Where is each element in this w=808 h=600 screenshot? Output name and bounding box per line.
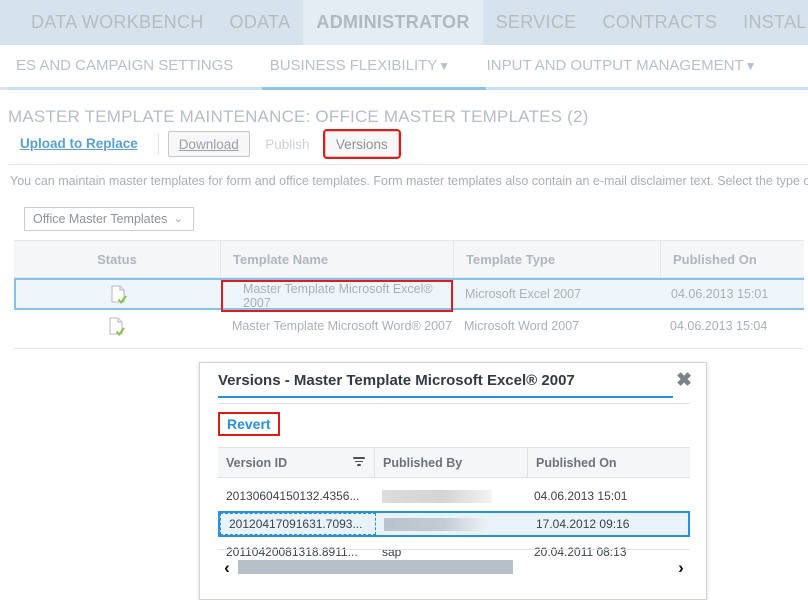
- upload-to-replace-link[interactable]: Upload to Replace: [8, 131, 150, 157]
- table-header-row: Status Template Name Template Type Publi…: [14, 240, 804, 278]
- revert-button[interactable]: Revert: [218, 412, 280, 436]
- subnav-item-campaign-settings[interactable]: ES AND CAMPAIGN SETTINGS: [0, 45, 249, 87]
- chevron-down-icon: ⌄: [173, 213, 183, 225]
- template-name-cell-highlighted[interactable]: Master Template Microsoft Excel® 2007: [221, 280, 453, 312]
- document-check-icon: [111, 284, 127, 304]
- template-type-cell: Microsoft Word 2007: [464, 319, 580, 333]
- subnav-label: ES AND CAMPAIGN SETTINGS: [16, 57, 234, 74]
- scrollbar-thumb[interactable]: [238, 560, 513, 574]
- subnav-item-input-output-management[interactable]: INPUT AND OUTPUT MANAGEMENT▼: [471, 45, 773, 87]
- dialog-title-bar: Versions - Master Template Microsoft Exc…: [200, 363, 706, 397]
- subnav-label: INPUT AND OUTPUT MANAGEMENT: [486, 57, 744, 74]
- template-name-cell[interactable]: Master Template Microsoft Word® 2007: [220, 310, 452, 342]
- published-by-cell: [376, 513, 528, 535]
- close-icon[interactable]: ✖: [676, 371, 692, 390]
- published-on-cell: 04.06.2013 15:04: [670, 319, 768, 333]
- table-row[interactable]: Master Template Microsoft Word® 2007 Mic…: [14, 310, 804, 342]
- versions-button[interactable]: Versions: [322, 129, 401, 159]
- template-type-cell: Microsoft Excel 2007: [465, 287, 582, 301]
- dialog-title: Versions - Master Template Microsoft Exc…: [218, 372, 575, 389]
- nav-item-data-workbench[interactable]: DATA WORKBENCH: [18, 0, 217, 45]
- nav-item-administrator[interactable]: ADMINISTRATOR: [303, 0, 483, 45]
- status-cell: [14, 310, 220, 342]
- horizontal-scrollbar[interactable]: ‹ ›: [218, 556, 690, 578]
- dialog-toolbar: Revert: [218, 412, 280, 438]
- published-by-cell: [374, 484, 526, 508]
- download-button[interactable]: Download: [167, 131, 250, 157]
- column-header-template-type[interactable]: Template Type: [454, 241, 660, 277]
- list-item[interactable]: 20120417091631.7093... 17.04.2012 09:16: [218, 511, 690, 537]
- redacted-value: [382, 489, 492, 503]
- nav-item-odata[interactable]: ODATA: [217, 0, 304, 45]
- column-header-published-by[interactable]: Published By: [375, 448, 527, 477]
- column-header-template-name[interactable]: Template Name: [221, 241, 453, 277]
- published-on-cell: 04.06.2013 15:01: [534, 489, 628, 503]
- template-name-text: Master Template Microsoft Excel® 2007: [243, 282, 433, 310]
- column-header-status[interactable]: Status: [14, 241, 220, 277]
- nav-item-installed-base[interactable]: INSTALLE: [730, 0, 808, 45]
- published-on-cell: 04.06.2013 15:01: [671, 287, 769, 301]
- document-check-icon: [109, 316, 125, 336]
- nav-item-service[interactable]: SERVICE: [483, 0, 590, 45]
- chevron-down-icon: ▼: [744, 59, 757, 73]
- page-description: You can maintain master templates for fo…: [10, 174, 808, 188]
- subnav-label: BUSINESS FLEXIBILITY: [269, 57, 438, 74]
- dialog-title-rule: [218, 403, 690, 404]
- column-header-published-on[interactable]: Published On: [661, 241, 804, 277]
- scroll-right-icon[interactable]: ›: [672, 559, 690, 576]
- versions-header-row: Version ID Published By Published On: [218, 447, 690, 478]
- page-title: MASTER TEMPLATE MAINTENANCE: OFFICE MAST…: [8, 107, 589, 126]
- versions-table-footer-rule: [218, 549, 690, 550]
- subnav-underline-active: [262, 87, 486, 90]
- content-toolbar: Upload to Replace Download Publish Versi…: [8, 129, 808, 163]
- column-header-published-on[interactable]: Published On: [528, 448, 690, 477]
- subnav-item-business-flexibility[interactable]: BUSINESS FLEXIBILITY▼: [254, 45, 466, 87]
- nav-item-contracts[interactable]: CONTRACTS: [589, 0, 730, 45]
- version-id-cell: 20120417091631.7093...: [220, 513, 376, 535]
- sort-icon[interactable]: [353, 457, 365, 467]
- subnav-underline-inactive-2: [488, 87, 808, 90]
- published-on-cell: 17.04.2012 09:16: [536, 517, 630, 531]
- versions-dialog: Versions - Master Template Microsoft Exc…: [199, 362, 707, 600]
- column-header-version-id[interactable]: Version ID: [218, 448, 374, 477]
- secondary-navigation: ES AND CAMPAIGN SETTINGS BUSINESS FLEXIB…: [0, 45, 808, 95]
- status-cell: [16, 280, 222, 308]
- toolbar-divider: [158, 133, 160, 155]
- toolbar-rule: [8, 164, 808, 165]
- template-type-select-value: Office Master Templates: [33, 212, 168, 226]
- scroll-left-icon[interactable]: ‹: [218, 559, 236, 576]
- publish-button: Publish: [265, 137, 310, 152]
- templates-table: Status Template Name Template Type Publi…: [14, 240, 804, 349]
- list-item[interactable]: 20130604150132.4356... 04.06.2013 15:01: [218, 484, 690, 508]
- version-id-cell: 20130604150132.4356...: [226, 489, 360, 503]
- redacted-value: [384, 517, 490, 531]
- template-type-select[interactable]: Office Master Templates ⌄: [24, 207, 194, 231]
- primary-navigation: DATA WORKBENCH ODATA ADMINISTRATOR SERVI…: [0, 0, 808, 45]
- subnav-underline: [0, 87, 808, 90]
- table-row[interactable]: Master Template Microsoft Excel® 2007 Mi…: [14, 278, 804, 312]
- column-header-version-id-label: Version ID: [226, 455, 288, 470]
- template-name-text: Master Template Microsoft Word® 2007: [232, 319, 452, 333]
- table-bottom-rule: [14, 348, 804, 349]
- subnav-underline-inactive: [8, 87, 262, 90]
- chevron-down-icon: ▼: [438, 59, 451, 73]
- scrollbar-track[interactable]: [238, 560, 670, 574]
- versions-table: Version ID Published By Published On 201…: [218, 447, 690, 564]
- dialog-title-accent: [218, 396, 673, 398]
